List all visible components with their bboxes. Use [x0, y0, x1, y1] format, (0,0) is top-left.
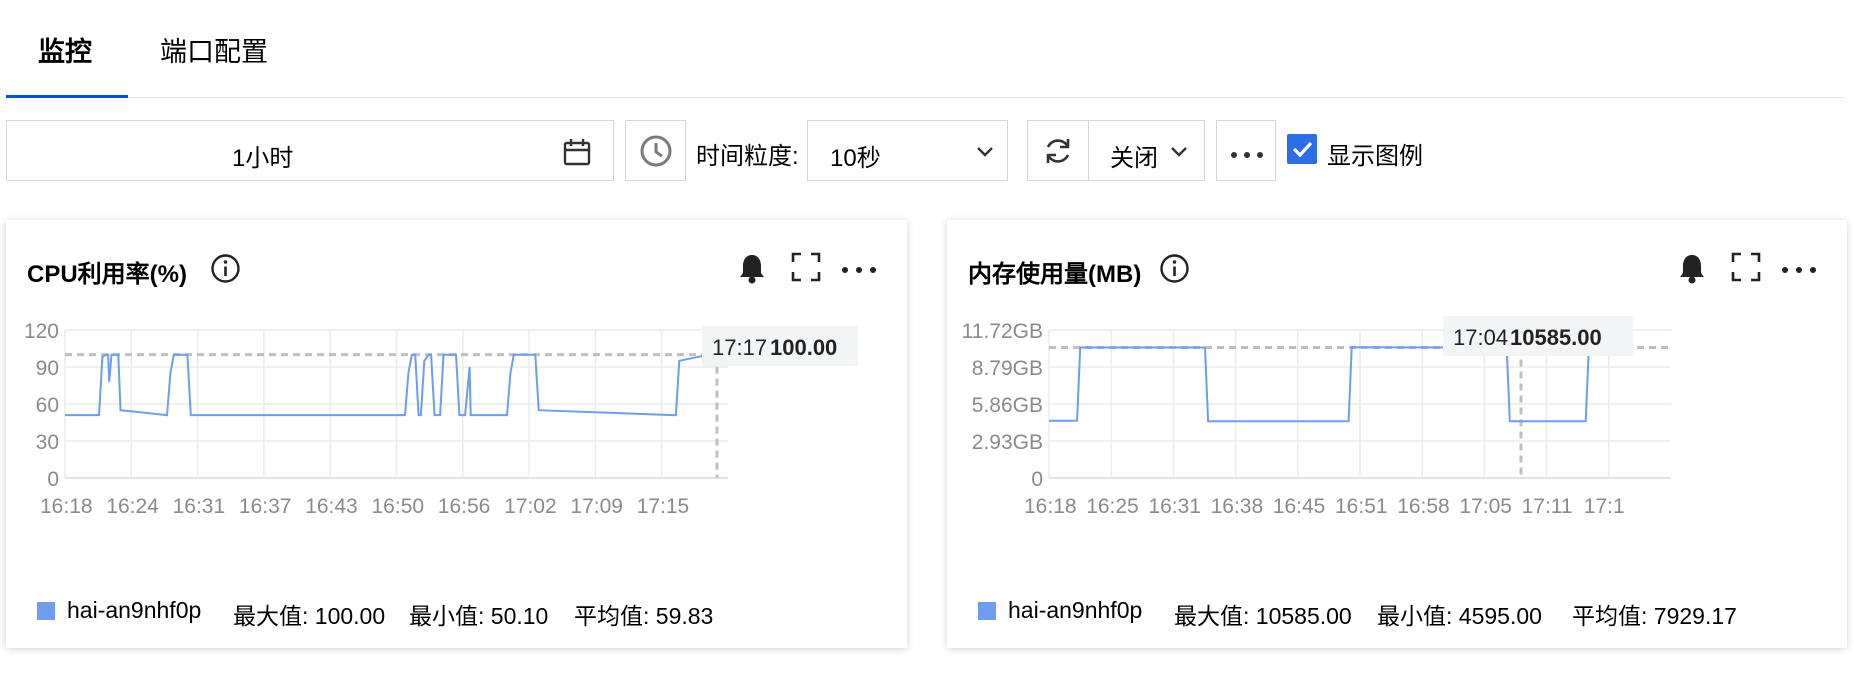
- clock-button[interactable]: [625, 120, 686, 181]
- more-icon[interactable]: [841, 262, 877, 280]
- cpu-usage-card: CPU利用率(%) 120 90 60 30 0 16:18 16:24 16:31 16:3…: [6, 220, 907, 648]
- auto-refresh-select[interactable]: 关闭: [1088, 120, 1205, 181]
- auto-refresh-value: 关闭: [1110, 145, 1158, 172]
- x-tick-label: 16:51: [1335, 495, 1388, 518]
- y-tick-label: 120: [24, 320, 59, 343]
- more-icon: [1230, 147, 1264, 165]
- y-tick-label: 11.72GB: [962, 320, 1043, 343]
- y-tick-label: 0: [47, 468, 59, 491]
- info-icon[interactable]: [1159, 253, 1190, 289]
- fullscreen-icon[interactable]: [791, 252, 821, 287]
- card-title: CPU利用率(%): [27, 261, 187, 288]
- legend-swatch: [37, 602, 55, 620]
- granularity-value: 10秒: [830, 145, 881, 172]
- legend-avg: 平均值: 59.83: [574, 603, 714, 629]
- x-tick-label: 17:11: [1522, 495, 1573, 518]
- x-tick-label: 16:18: [1024, 495, 1077, 518]
- legend-avg: 平均值: 7929.17: [1572, 603, 1737, 629]
- show-legend-label: 显示图例: [1327, 143, 1423, 170]
- tooltip-value: 10585.00: [1510, 325, 1602, 350]
- tooltip-group: 17:04 10585.00: [1443, 316, 1633, 356]
- x-axis-grid: 16:18 16:25 16:31 16:38 16:45 16:51 16:58 17:05…: [1024, 330, 1625, 518]
- tooltip-group: 17:17 100.00: [702, 326, 858, 366]
- memory-line-chart: 11.72GB8.79GB5.86GB2.93GB0 16:18 16:25 16:…: [962, 316, 1671, 518]
- chevron-down-icon: [976, 145, 994, 163]
- tabs-divider: [6, 97, 1844, 98]
- x-tick-label: 16:25: [1086, 495, 1139, 518]
- more-icon[interactable]: [1781, 262, 1817, 280]
- y-tick-label: 8.79GB: [972, 357, 1043, 380]
- bell-icon[interactable]: [1678, 252, 1706, 289]
- chevron-down-icon: [1170, 145, 1188, 163]
- tab-monitor[interactable]: 监控: [38, 30, 92, 69]
- granularity-select[interactable]: 10秒: [807, 120, 1008, 181]
- tooltip-time: 17:04: [1453, 325, 1508, 350]
- more-options-button[interactable]: [1216, 120, 1276, 181]
- card-title: 内存使用量(MB): [968, 261, 1142, 288]
- tooltip-value: 100.00: [770, 335, 837, 360]
- x-tick-label: 17:02: [504, 495, 557, 518]
- x-tick-label: 16:56: [438, 495, 491, 518]
- y-tick-label: 30: [36, 431, 59, 454]
- legend-min: 最小值: 50.10: [409, 603, 549, 629]
- refresh-button[interactable]: [1027, 120, 1089, 181]
- fullscreen-icon[interactable]: [1731, 252, 1761, 287]
- y-tick-label: 0: [1031, 468, 1043, 491]
- x-tick-label: 17:05: [1459, 495, 1512, 518]
- y-tick-label: 60: [36, 394, 59, 417]
- y-tick-label: 5.86GB: [972, 394, 1043, 417]
- legend-swatch: [978, 602, 996, 620]
- x-tick-label: 16:58: [1397, 495, 1450, 518]
- refresh-icon: [1042, 135, 1074, 172]
- x-tick-label: 16:18: [40, 495, 93, 518]
- active-tab-indicator: [6, 95, 128, 98]
- x-tick-label: 16:50: [372, 495, 425, 518]
- calendar-icon: [562, 137, 592, 172]
- y-tick-label: 90: [36, 357, 59, 380]
- x-axis-grid: 16:18 16:24 16:31 16:37 16:43 16:50 16:56 17:02…: [40, 330, 689, 518]
- x-tick-label: 16:38: [1211, 495, 1264, 518]
- x-tick-label: 16:37: [239, 495, 292, 518]
- x-tick-label: 16:43: [305, 495, 358, 518]
- bell-icon[interactable]: [738, 252, 766, 289]
- memory-usage-card: 内存使用量(MB) 11.72GB 8.79GB 5.86GB 2.93GB 0 16:…: [947, 220, 1847, 648]
- y-axis-grid: 120 90 60 30 0: [24, 320, 728, 491]
- legend-series-name: hai-an9nhf0p: [67, 597, 202, 623]
- x-tick-label: 17:1: [1584, 495, 1625, 518]
- x-tick-label: 16:31: [173, 495, 226, 518]
- x-tick-label: 17:15: [637, 495, 690, 518]
- legend-series-name: hai-an9nhf0p: [1008, 597, 1143, 623]
- time-range-value: 1小时: [232, 145, 294, 172]
- cpu-line-chart: 120 90 60 30 0 16:18 16:24 16:31 16:37 16:43 16:5…: [24, 320, 858, 518]
- tooltip-time: 17:17: [712, 335, 767, 360]
- info-icon[interactable]: [210, 253, 241, 289]
- tab-bar: 监控 端口配置: [0, 0, 1854, 100]
- granularity-label: 时间粒度:: [696, 143, 799, 170]
- time-range-picker[interactable]: 1小时: [6, 120, 614, 181]
- tab-port-config[interactable]: 端口配置: [160, 30, 268, 69]
- legend-max: 最大值: 100.00: [233, 603, 386, 629]
- show-legend-checkbox[interactable]: [1287, 134, 1317, 169]
- x-tick-label: 17:09: [570, 495, 623, 518]
- x-tick-label: 16:45: [1273, 495, 1326, 518]
- legend-max: 最大值: 10585.00: [1174, 603, 1352, 629]
- legend-min: 最小值: 4595.00: [1377, 603, 1542, 629]
- y-tick-label: 2.93GB: [972, 431, 1043, 454]
- x-tick-label: 16:24: [106, 495, 159, 518]
- clock-icon: [639, 134, 673, 173]
- x-tick-label: 16:31: [1148, 495, 1201, 518]
